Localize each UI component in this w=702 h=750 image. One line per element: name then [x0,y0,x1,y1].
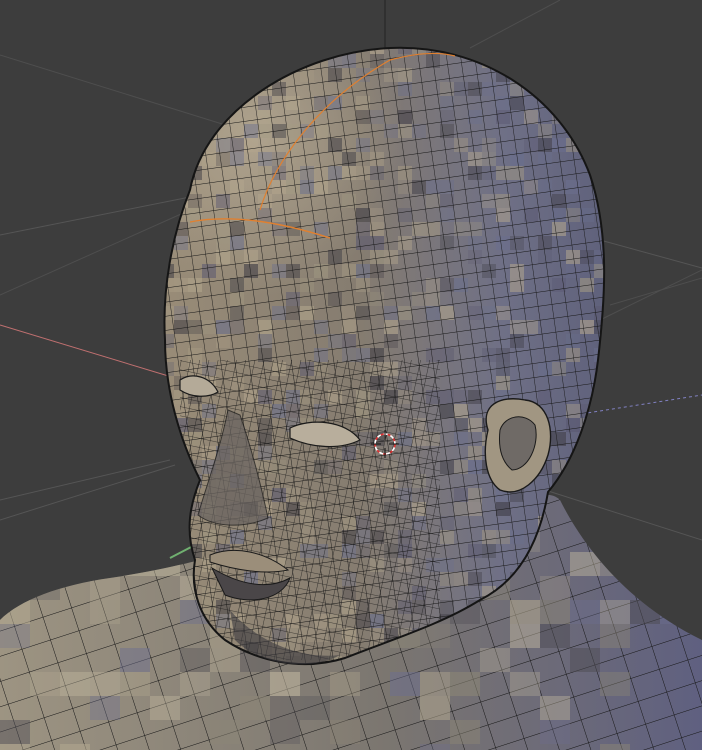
grid-line [0,464,176,521]
grid-line [599,269,702,321]
grid-line [0,195,196,236]
grid-line [0,209,191,296]
grid-line [469,0,561,49]
viewport-canvas[interactable] [0,0,702,750]
grid-line [599,239,702,269]
grid-line [0,54,236,129]
x-axis-line [0,324,176,379]
grid-line [609,277,702,306]
3d-viewport[interactable] [0,0,702,750]
grid-line [0,459,171,501]
